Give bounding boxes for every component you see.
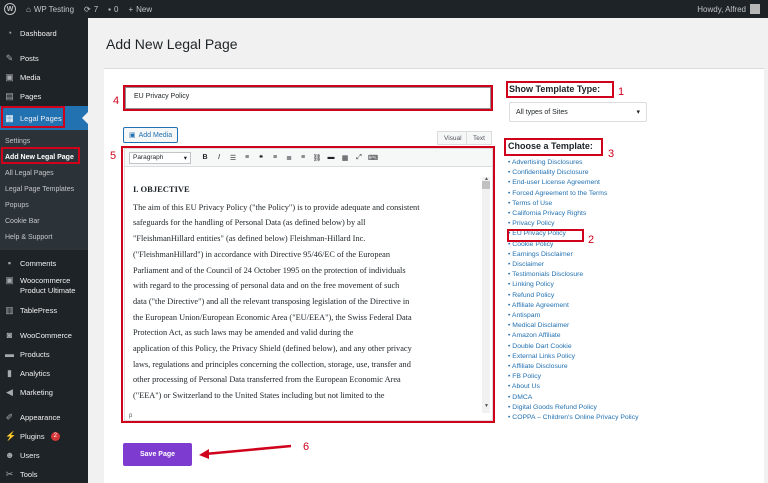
template-item[interactable]: Antispam bbox=[508, 311, 639, 321]
sidebar-item-woocommerce-product-ultimate[interactable]: ▣ Woocommerce Product Ultimate bbox=[0, 273, 88, 301]
wrench-icon: ✂ bbox=[5, 469, 14, 479]
wordpress-logo-icon[interactable]: W bbox=[0, 3, 16, 15]
submenu-legal-page-templates[interactable]: Legal Page Templates bbox=[0, 182, 88, 198]
template-item[interactable]: FB Policy bbox=[508, 372, 639, 382]
sidebar-item-marketing[interactable]: ◀ Marketing bbox=[0, 383, 88, 402]
template-item[interactable]: End-user License Agreement bbox=[508, 178, 639, 188]
sidebar-item-tools[interactable]: ✂ Tools bbox=[0, 465, 88, 483]
annotation-number-4: 4 bbox=[113, 95, 120, 107]
updates-link[interactable]: ⟳ 7 bbox=[84, 5, 98, 14]
sidebar-item-tablepress[interactable]: ▥ TablePress bbox=[0, 301, 88, 320]
tab-text[interactable]: Text bbox=[466, 131, 492, 145]
highlight-title-input bbox=[123, 85, 493, 111]
admin-bar: W ⌂ WP Testing ⟳ 7 ▪ 0 + New Howdy, Alfred bbox=[0, 0, 768, 18]
tab-visual[interactable]: Visual bbox=[437, 131, 469, 145]
sidebar-item-woocommerce[interactable]: ◙ WooCommerce bbox=[0, 326, 88, 345]
submenu-all-legal-pages[interactable]: All Legal Pages bbox=[0, 166, 88, 182]
template-item[interactable]: About Us bbox=[508, 382, 639, 392]
annotation-number-2: 2 bbox=[588, 234, 595, 246]
template-item[interactable]: Double Dart Cookie bbox=[508, 342, 639, 352]
comment-icon: ▪ bbox=[7, 258, 12, 268]
chevron-down-icon: ▾ bbox=[636, 109, 640, 116]
home-icon: ⌂ bbox=[26, 4, 31, 14]
template-item[interactable]: Refund Policy bbox=[508, 291, 639, 301]
megaphone-icon: ◀ bbox=[6, 387, 13, 397]
plugins-update-badge: 2 bbox=[50, 432, 60, 441]
sidebar-item-users[interactable]: ☻ Users bbox=[0, 446, 88, 465]
plus-icon: + bbox=[128, 4, 134, 14]
template-item[interactable]: Digital Goods Refund Policy bbox=[508, 403, 639, 413]
admin-sidebar: ◔ Dashboard ✎ Posts ▣ Media ▤ Pages ▦ Legal P… bbox=[0, 18, 88, 483]
highlight-eu-privacy-policy bbox=[507, 229, 584, 242]
refresh-icon: ⟳ bbox=[84, 4, 91, 14]
sidebar-item-media[interactable]: ▣ Media bbox=[0, 68, 88, 87]
sidebar-item-comments[interactable]: ▪ Comments bbox=[0, 254, 88, 273]
template-item[interactable]: Affiliate Agreement bbox=[508, 301, 639, 311]
sidebar-item-products[interactable]: ▬ Products bbox=[0, 345, 88, 364]
active-arrow bbox=[82, 112, 88, 124]
page-title: Add New Legal Page bbox=[106, 36, 238, 52]
template-item[interactable]: Affiliate Disclosure bbox=[508, 362, 639, 372]
add-media-button[interactable]: ▣ Add Media bbox=[123, 127, 179, 143]
template-item[interactable]: Earnings Disclaimer bbox=[508, 250, 639, 260]
template-item[interactable]: Terms of Use bbox=[508, 199, 639, 209]
highlight-legal-pages bbox=[1, 106, 65, 128]
woo-ultimate-icon: ▣ bbox=[5, 275, 14, 285]
comment-icon: ▪ bbox=[108, 4, 112, 14]
template-item[interactable]: California Privacy Rights bbox=[508, 209, 639, 219]
sidebar-item-pages[interactable]: ▤ Pages bbox=[0, 87, 88, 106]
template-type-select[interactable]: All types of Sites ▾ bbox=[509, 102, 647, 122]
template-item[interactable]: Amazon Affiliate bbox=[508, 331, 639, 341]
sidebar-item-dashboard[interactable]: ◔ Dashboard bbox=[0, 24, 88, 43]
template-item[interactable]: Disclaimer bbox=[508, 260, 639, 270]
template-item[interactable]: COPPA – Children's Online Privacy Policy bbox=[508, 413, 638, 423]
new-content-link[interactable]: + New bbox=[128, 5, 152, 14]
sidebar-item-appearance[interactable]: ✐ Appearance bbox=[0, 408, 88, 427]
highlight-add-new-legal-page bbox=[1, 147, 80, 164]
annotation-number-1: 1 bbox=[618, 86, 625, 98]
template-item[interactable]: Forced Agreement to the Terms bbox=[508, 189, 639, 199]
template-item[interactable]: Testimonials Disclosure bbox=[508, 270, 639, 280]
dashboard-icon: ◔ bbox=[6, 28, 13, 38]
submenu-cookie-bar[interactable]: Cookie Bar bbox=[0, 214, 88, 230]
table-icon: ▥ bbox=[5, 305, 14, 315]
media-icon: ▣ bbox=[129, 132, 136, 139]
users-icon: ☻ bbox=[5, 450, 15, 460]
template-item[interactable]: Advertising Disclosures bbox=[508, 158, 639, 168]
template-list: Advertising Disclosures Confidentiality … bbox=[508, 158, 639, 423]
annotation-number-3: 3 bbox=[608, 148, 615, 160]
submenu-popups[interactable]: Popups bbox=[0, 198, 88, 214]
highlight-show-template-type bbox=[506, 81, 614, 98]
template-item[interactable]: Linking Policy bbox=[508, 280, 639, 290]
avatar bbox=[750, 4, 760, 14]
analytics-icon: ▮ bbox=[7, 368, 12, 378]
media-icon: ▣ bbox=[5, 72, 14, 82]
submenu-help-support[interactable]: Help & Support bbox=[0, 230, 88, 246]
annotation-arrow bbox=[199, 444, 292, 459]
highlight-choose-template bbox=[504, 138, 603, 156]
template-item[interactable]: DMCA bbox=[508, 393, 639, 403]
annotation-number-5: 5 bbox=[110, 150, 117, 162]
products-icon: ▬ bbox=[5, 349, 14, 359]
sidebar-item-plugins[interactable]: ⚡ Plugins 2 bbox=[0, 427, 88, 446]
brush-icon: ✐ bbox=[5, 412, 14, 422]
site-name-link[interactable]: ⌂ WP Testing bbox=[26, 5, 74, 14]
template-item[interactable]: External Links Policy bbox=[508, 352, 639, 362]
user-account-menu[interactable]: Howdy, Alfred bbox=[697, 4, 760, 14]
save-page-button[interactable]: Save Page bbox=[123, 443, 192, 466]
comments-link[interactable]: ▪ 0 bbox=[108, 5, 118, 14]
woocommerce-icon: ◙ bbox=[6, 330, 13, 340]
sidebar-item-posts[interactable]: ✎ Posts bbox=[0, 49, 88, 68]
sidebar-item-analytics[interactable]: ▮ Analytics bbox=[0, 364, 88, 383]
pin-icon: ✎ bbox=[5, 53, 14, 63]
pages-icon: ▤ bbox=[5, 91, 14, 101]
annotation-number-6: 6 bbox=[303, 441, 310, 453]
template-item[interactable]: Medical Disclaimer bbox=[508, 321, 639, 331]
template-item[interactable]: Privacy Policy bbox=[508, 219, 639, 229]
highlight-editor bbox=[121, 146, 495, 423]
template-item[interactable]: Confidentiality Disclosure bbox=[508, 168, 639, 178]
plugin-icon: ⚡ bbox=[5, 431, 17, 441]
